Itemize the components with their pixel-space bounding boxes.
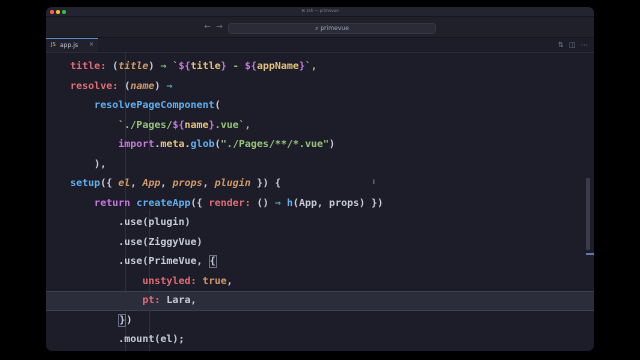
code-line[interactable]: return createApp({ render: () ⇒ h(App, p… — [46, 194, 594, 214]
code-line[interactable]: .use(ZiggyVue) — [46, 233, 594, 253]
code-line[interactable]: resolve: (name) ⇒ — [46, 77, 594, 97]
code-line[interactable]: resolvePageComponent( — [46, 96, 594, 116]
code-line[interactable]: title: (title) ⇒ `${title} - ${appName}`… — [46, 57, 594, 77]
code-line[interactable]: setup({ el, App, props, plugin }) { — [46, 174, 594, 194]
mouse-cursor-icon: I — [373, 179, 375, 186]
toolbar: ← → ⌕ primevue — [46, 17, 594, 38]
tab-label: app.js — [60, 42, 78, 49]
code-editor[interactable]: title: (title) ⇒ `${title} - ${appName}`… — [46, 53, 594, 351]
split-editor-icon[interactable]: ◫ — [569, 40, 576, 50]
js-file-icon: JS — [51, 42, 56, 48]
window-titlebar: ⌘ zsh — primevue — [46, 7, 594, 17]
command-center-label: ⌕ primevue — [315, 25, 349, 32]
code-line[interactable]: `./Pages/${name}.vue`, — [46, 116, 594, 136]
tab-app-js[interactable]: JS app.js × — [46, 38, 98, 52]
code-line[interactable]: .use(PrimeVue, { — [46, 252, 594, 272]
scrollbar-cursor-marker — [586, 253, 594, 255]
code-line[interactable]: .mount(el); — [46, 330, 594, 350]
vertical-scrollbar[interactable] — [586, 178, 590, 250]
back-arrow-icon[interactable]: ← — [204, 21, 211, 33]
forward-arrow-icon[interactable]: → — [216, 21, 223, 33]
code-line[interactable]: unstyled: true, — [46, 272, 594, 292]
code-line[interactable]: import.meta.glob("./Pages/**/*.vue") — [46, 135, 594, 155]
code-line[interactable]: ), — [46, 155, 594, 175]
command-center-search[interactable]: ⌕ primevue — [228, 23, 436, 34]
code-line[interactable]: .use(plugin) — [46, 213, 594, 233]
compare-icon[interactable]: ⇅ — [558, 40, 564, 50]
close-icon[interactable]: × — [89, 41, 94, 49]
code-line[interactable]: }) — [46, 311, 594, 331]
window-title: ⌘ zsh — primevue — [301, 8, 339, 13]
editor-window: ⌘ zsh — primevue ← → ⌕ primevue JS app.j… — [46, 7, 594, 351]
more-icon[interactable]: ⋯ — [581, 40, 588, 50]
code-line-current[interactable]: pt: Lara, — [46, 291, 594, 311]
tab-bar: JS app.js × ⇅ ◫ ⋯ — [46, 38, 594, 53]
